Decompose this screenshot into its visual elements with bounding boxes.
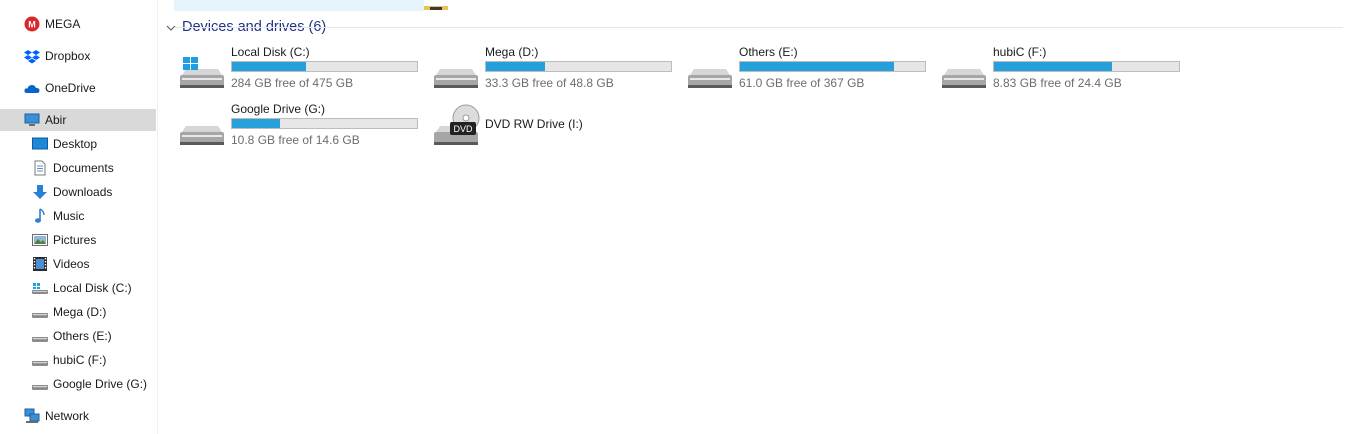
- sidebar-item-label: Google Drive (G:): [53, 377, 148, 391]
- hard-drive-icon: [942, 57, 988, 91]
- drive-icon: [32, 328, 48, 344]
- pictures-icon: [32, 232, 48, 248]
- sidebar-item-label: Abir: [45, 113, 67, 127]
- group-divider: [174, 27, 1343, 28]
- drive-name: Google Drive (G:): [231, 102, 326, 116]
- drive-usage-bar: [993, 61, 1180, 72]
- drive-usage-fill: [486, 62, 545, 71]
- sidebar-item-label: Mega (D:): [53, 305, 107, 319]
- desktop-icon: [32, 136, 48, 152]
- drive-icon: [32, 376, 48, 392]
- sidebar-item-label: Videos: [53, 257, 90, 271]
- drive-name: Others (E:): [739, 45, 798, 59]
- music-icon: [32, 208, 48, 224]
- hard-drive-icon: [180, 114, 226, 148]
- sidebar-item-label: OneDrive: [45, 81, 96, 95]
- sidebar-item-label: Pictures: [53, 233, 97, 247]
- sidebar-item-pictures[interactable]: Pictures: [0, 229, 156, 251]
- drive-tile-e[interactable]: Others (E:) 61.0 GB free of 367 GB: [684, 45, 934, 97]
- mega-icon: M: [24, 16, 40, 32]
- sidebar-item-label: Music: [53, 209, 85, 223]
- drive-usage-fill: [232, 119, 281, 128]
- sidebar-item-music[interactable]: Music: [0, 205, 156, 227]
- sidebar-item-local-disk-c[interactable]: Local Disk (C:): [0, 277, 156, 299]
- drive-tile-g[interactable]: Google Drive (G:) 10.8 GB free of 14.6 G…: [176, 102, 426, 154]
- drive-icon: [32, 352, 48, 368]
- drive-name: Local Disk (C:): [231, 45, 310, 59]
- sidebar-item-google-drive-g[interactable]: Google Drive (G:): [0, 373, 156, 395]
- windows-drive-icon: [180, 57, 226, 91]
- dvd-drive-icon: DVD: [434, 104, 480, 148]
- drive-free-space: 10.8 GB free of 14.6 GB: [231, 133, 360, 147]
- sidebar-item-label: Downloads: [53, 185, 113, 199]
- drive-usage-bar: [231, 118, 418, 129]
- drive-usage-bar: [231, 61, 418, 72]
- drive-tile-dvd-i[interactable]: DVD DVD RW Drive (I:): [430, 102, 680, 154]
- sidebar-item-label: Desktop: [53, 137, 98, 151]
- sidebar-item-hubic-f[interactable]: hubiC (F:): [0, 349, 156, 371]
- drive-tile-f[interactable]: hubiC (F:) 8.83 GB free of 24.4 GB: [938, 45, 1188, 97]
- sidebar-item-onedrive[interactable]: OneDrive: [0, 77, 156, 99]
- sidebar-item-documents[interactable]: Documents: [0, 157, 156, 179]
- sidebar-item-desktop[interactable]: Desktop: [0, 133, 156, 155]
- svg-text:M: M: [28, 20, 36, 30]
- sidebar-item-others-e[interactable]: Others (E:): [0, 325, 156, 347]
- sidebar-item-mega-d[interactable]: Mega (D:): [0, 301, 156, 323]
- sidebar-item-label: Network: [45, 409, 90, 423]
- drive-tile-d[interactable]: Mega (D:) 33.3 GB free of 48.8 GB: [430, 45, 680, 97]
- sidebar-item-label: Dropbox: [45, 49, 91, 63]
- onedrive-icon: [24, 80, 40, 96]
- svg-text:DVD: DVD: [453, 124, 473, 134]
- sidebar-item-label: Others (E:): [53, 329, 112, 343]
- sidebar-item-dropbox[interactable]: Dropbox: [0, 45, 156, 67]
- sidebar-item-label: MEGA: [45, 17, 81, 31]
- drive-usage-bar: [739, 61, 926, 72]
- drive-icon: [32, 304, 48, 320]
- drive-free-space: 61.0 GB free of 367 GB: [739, 76, 865, 90]
- drive-tile-c[interactable]: Local Disk (C:) 284 GB free of 475 GB: [176, 45, 426, 97]
- downloads-icon: [32, 184, 48, 200]
- hard-drive-icon: [434, 57, 480, 91]
- drive-free-space: 284 GB free of 475 GB: [231, 76, 354, 90]
- network-icon: [24, 408, 40, 424]
- folder-item-partial-icon[interactable]: [424, 0, 448, 10]
- navigation-pane: M MEGA Dropbox OneDrive Abir Desktop Doc…: [0, 0, 158, 434]
- drive-usage-fill: [232, 62, 307, 71]
- drive-name: DVD RW Drive (I:): [485, 117, 583, 131]
- sidebar-item-mega[interactable]: M MEGA: [0, 13, 156, 35]
- sidebar-item-videos[interactable]: Videos: [0, 253, 156, 275]
- computer-icon: [24, 112, 40, 128]
- sidebar-item-label: Local Disk (C:): [53, 281, 132, 295]
- drive-free-space: 8.83 GB free of 24.4 GB: [993, 76, 1122, 90]
- drive-usage-fill: [994, 62, 1113, 71]
- drive-name: Mega (D:): [485, 45, 539, 59]
- drive-usage-bar: [485, 61, 672, 72]
- dropbox-icon: [24, 48, 40, 64]
- local-disk-icon: [32, 280, 48, 296]
- sidebar-item-network[interactable]: Network: [0, 405, 156, 427]
- sidebar-item-this-pc[interactable]: Abir: [0, 109, 156, 131]
- drive-name: hubiC (F:): [993, 45, 1047, 59]
- videos-icon: [32, 256, 48, 272]
- drive-free-space: 33.3 GB free of 48.8 GB: [485, 76, 614, 90]
- sidebar-item-downloads[interactable]: Downloads: [0, 181, 156, 203]
- sidebar-item-label: hubiC (F:): [53, 353, 107, 367]
- sidebar-item-label: Documents: [53, 161, 114, 175]
- documents-icon: [32, 160, 48, 176]
- drive-usage-fill: [740, 62, 895, 71]
- folder-item-selected-partial[interactable]: [174, 0, 424, 11]
- hard-drive-icon: [688, 57, 734, 91]
